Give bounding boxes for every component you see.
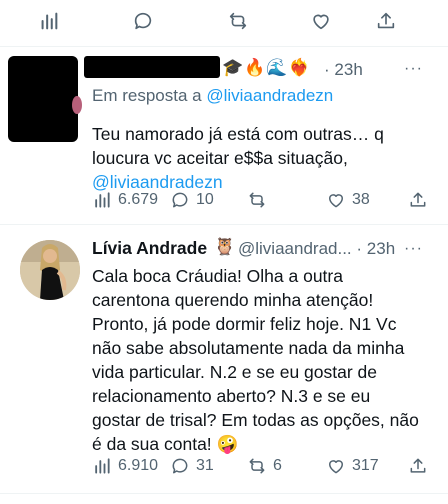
retweet-button[interactable]: 6 xyxy=(247,456,282,476)
like-button[interactable]: 317 xyxy=(326,456,379,476)
reply-context: Em resposta a @liviaandradezn xyxy=(92,86,334,105)
tweet-text: Cala boca Cráudia! Olha a outra carenton… xyxy=(92,266,419,454)
share-button[interactable] xyxy=(408,456,428,476)
user-handle[interactable]: @liviaandrad... · 23h xyxy=(238,239,395,259)
name-emojis: 🎓🔥🌊❤️‍🔥 xyxy=(222,58,311,77)
avatar[interactable] xyxy=(20,240,80,300)
reply-button[interactable]: 31 xyxy=(170,456,214,476)
redacted-display-name xyxy=(84,56,220,78)
retweet-icon xyxy=(249,458,265,474)
views-button[interactable]: 6.679 xyxy=(92,190,158,210)
reply-button[interactable]: 10 xyxy=(170,190,214,210)
divider xyxy=(0,493,448,494)
like-icon xyxy=(329,460,343,474)
divider xyxy=(0,224,448,225)
top-action-bar xyxy=(0,0,448,46)
reply-icon xyxy=(172,458,188,474)
tweet-text: Teu namorado já está com outras… q loucu… xyxy=(92,124,384,192)
reply-icon[interactable] xyxy=(132,10,154,37)
tweet-actions: 6.910 31 6 317 xyxy=(92,456,432,478)
retweet-button[interactable] xyxy=(247,190,273,210)
mention-link[interactable]: @liviaandradezn xyxy=(92,172,223,192)
divider xyxy=(0,46,448,47)
share-button[interactable] xyxy=(408,190,428,210)
analytics-icon[interactable] xyxy=(38,10,60,37)
more-options-icon[interactable]: ··· xyxy=(404,240,423,258)
like-button[interactable]: 38 xyxy=(326,190,370,210)
display-name[interactable]: Lívia Andrade xyxy=(92,238,207,259)
analytics-icon xyxy=(95,192,110,208)
reply-icon xyxy=(172,192,188,208)
owl-emoji: 🦉 xyxy=(214,237,236,256)
share-icon[interactable] xyxy=(375,10,397,37)
analytics-icon xyxy=(95,458,110,474)
like-icon xyxy=(329,194,343,208)
avatar-edge xyxy=(72,96,82,114)
retweet-icon[interactable] xyxy=(227,10,249,37)
share-icon xyxy=(410,458,426,473)
retweet-icon xyxy=(249,192,265,208)
share-icon xyxy=(410,192,426,207)
views-button[interactable]: 6.910 xyxy=(92,456,158,476)
more-options-icon[interactable]: ··· xyxy=(404,60,423,78)
like-icon[interactable] xyxy=(310,10,332,37)
tweet-actions: 6.679 10 38 xyxy=(92,190,432,212)
reply-mention-link[interactable]: @liviaandradezn xyxy=(206,86,333,105)
timestamp[interactable]: · 23h xyxy=(324,60,363,80)
avatar[interactable] xyxy=(8,56,82,142)
